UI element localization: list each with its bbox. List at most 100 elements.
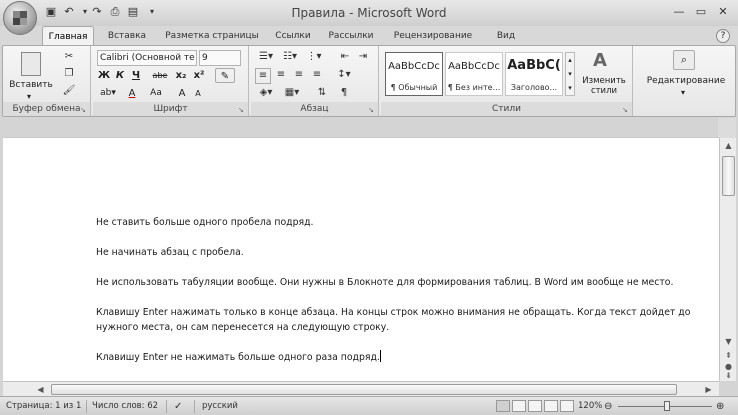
style-normal[interactable]: AaBbCcDc ¶ Обычный bbox=[385, 52, 443, 96]
draft-view-icon[interactable] bbox=[560, 400, 574, 412]
help-icon[interactable]: ? bbox=[716, 29, 730, 43]
horizontal-scrollbar[interactable]: ◀ ▶ bbox=[3, 381, 719, 396]
styles-launcher-icon[interactable]: ↘ bbox=[622, 106, 630, 114]
line-spacing-icon[interactable]: ↕▾ bbox=[333, 68, 355, 82]
style-heading-sample: AaBbC( bbox=[507, 58, 561, 73]
clipboard-label-text: Буфер обмена bbox=[12, 104, 81, 114]
scroll-right-icon[interactable]: ▶ bbox=[701, 382, 716, 397]
binoculars-icon: ⌕ bbox=[673, 50, 695, 70]
status-divider bbox=[86, 400, 87, 413]
underline-button[interactable]: Ч bbox=[129, 68, 143, 83]
document-page[interactable]: Не ставить больше одного пробела подряд.… bbox=[3, 137, 719, 381]
proofing-icon[interactable]: ✓ bbox=[174, 397, 182, 415]
scroll-left-icon[interactable]: ◀ bbox=[33, 382, 48, 397]
office-button[interactable] bbox=[3, 1, 37, 35]
editing-group[interactable]: ⌕ Редактирование ▾ bbox=[637, 46, 735, 116]
quick-print-icon[interactable]: ▤ bbox=[126, 5, 140, 19]
scroll-down-icon[interactable]: ▼ bbox=[721, 334, 736, 349]
decrease-indent-icon[interactable]: ⇤ bbox=[337, 50, 353, 64]
show-marks-icon[interactable]: ¶ bbox=[335, 86, 353, 100]
numbering-icon[interactable]: ☷▾ bbox=[279, 50, 301, 64]
vertical-scroll-thumb[interactable] bbox=[722, 156, 735, 196]
strikethrough-button[interactable]: abe bbox=[149, 68, 171, 83]
clear-format-icon[interactable]: ✎ bbox=[215, 68, 235, 83]
save-icon[interactable]: ▣ bbox=[44, 5, 58, 19]
vertical-scrollbar[interactable]: ▲ ▼ ⇞ ● ⇟ bbox=[719, 138, 736, 381]
font-color-button[interactable]: A bbox=[123, 86, 141, 101]
zoom-out-icon[interactable]: ⊖ bbox=[604, 397, 612, 415]
styles-label-text: Стили bbox=[492, 104, 521, 114]
subscript-button[interactable]: x₂ bbox=[173, 68, 189, 83]
sort-icon[interactable]: ⇅ bbox=[313, 86, 331, 100]
paragraph-5: Клавишу Enter не нажимать больше одного … bbox=[96, 350, 702, 366]
page-count[interactable]: Страница: 1 из 1 bbox=[6, 397, 81, 415]
next-page-icon[interactable]: ⇟ bbox=[721, 368, 736, 383]
full-screen-reading-icon[interactable] bbox=[512, 400, 526, 412]
zoom-in-icon[interactable]: ⊕ bbox=[716, 397, 724, 415]
zoom-level[interactable]: 120% bbox=[578, 397, 602, 415]
bullets-icon[interactable]: ☰▾ bbox=[255, 50, 277, 64]
cut-icon[interactable]: ✂ bbox=[61, 50, 77, 64]
format-painter-icon[interactable]: 🖌 bbox=[61, 84, 77, 98]
paragraph-launcher-icon[interactable]: ↘ bbox=[368, 106, 376, 114]
undo-icon[interactable]: ↶ bbox=[62, 5, 76, 19]
paragraph-3: Не использовать табуляции вообще. Они ну… bbox=[96, 277, 674, 288]
align-right-icon[interactable]: ≡ bbox=[291, 68, 307, 82]
zoom-slider-knob[interactable] bbox=[664, 401, 670, 411]
tab-insert[interactable]: Вставка bbox=[100, 26, 154, 46]
increase-indent-icon[interactable]: ⇥ bbox=[355, 50, 371, 64]
align-left-icon[interactable]: ≡ bbox=[255, 68, 271, 84]
paragraph-5-text: Клавишу Enter не нажимать больше одного … bbox=[96, 352, 380, 363]
maximize-button[interactable]: ▭ bbox=[690, 3, 712, 21]
word-window: Правила - Microsoft Word ▣ ↶ ▾ ↷ ⎙ ▤ ▾ —… bbox=[0, 0, 738, 415]
font-launcher-icon[interactable]: ↘ bbox=[238, 106, 246, 114]
web-layout-icon[interactable] bbox=[528, 400, 542, 412]
multilevel-list-icon[interactable]: ⋮▾ bbox=[303, 50, 325, 64]
outline-view-icon[interactable] bbox=[544, 400, 558, 412]
highlight-color-icon[interactable]: ab▾ bbox=[97, 86, 119, 101]
horizontal-scroll-thumb[interactable] bbox=[51, 384, 677, 395]
shading-icon[interactable]: ◈▾ bbox=[255, 86, 277, 100]
styles-label: Стили bbox=[381, 102, 632, 116]
justify-icon[interactable]: ≡ bbox=[309, 68, 325, 82]
tab-references[interactable]: Ссылки bbox=[270, 26, 316, 46]
minimize-button[interactable]: — bbox=[668, 3, 690, 21]
font-label: Шрифт bbox=[93, 102, 248, 116]
text-caret bbox=[379, 350, 381, 362]
superscript-button[interactable]: x² bbox=[191, 68, 207, 83]
grow-font-button[interactable]: A bbox=[175, 86, 189, 101]
italic-button[interactable]: К bbox=[113, 68, 127, 83]
tab-home[interactable]: Главная bbox=[42, 26, 94, 46]
clipboard-launcher-icon[interactable]: ↘ bbox=[80, 106, 88, 114]
customize-qat-icon[interactable]: ▾ bbox=[145, 5, 159, 19]
language-indicator[interactable]: русский bbox=[202, 397, 238, 415]
tab-view[interactable]: Вид bbox=[486, 26, 526, 46]
print-icon[interactable]: ⎙ bbox=[108, 5, 122, 19]
paragraph-label: Абзац bbox=[251, 102, 378, 116]
style-heading-name: Заголово... bbox=[510, 83, 558, 92]
font-name-field[interactable]: Calibri (Основной те bbox=[97, 50, 197, 66]
tab-review[interactable]: Рецензирование bbox=[386, 26, 480, 46]
style-no-spacing[interactable]: AaBbCcDc ¶ Без инте... bbox=[445, 52, 503, 96]
copy-icon[interactable]: ❐ bbox=[61, 67, 77, 81]
close-button[interactable]: ✕ bbox=[712, 3, 734, 21]
align-center-icon[interactable]: ≡ bbox=[273, 68, 289, 82]
print-layout-view-icon[interactable] bbox=[496, 400, 510, 412]
scroll-up-icon[interactable]: ▲ bbox=[721, 138, 736, 153]
redo-icon[interactable]: ↷ bbox=[90, 5, 104, 19]
tab-page-layout[interactable]: Разметка страницы bbox=[160, 26, 264, 46]
styles-gallery-scroll[interactable]: ▴ ▾ ▾ bbox=[565, 52, 575, 96]
font-size-field[interactable]: 9 bbox=[199, 50, 241, 66]
ruler-toggle-icon[interactable] bbox=[718, 118, 736, 138]
change-styles-button[interactable]: A Изменить стили bbox=[581, 50, 627, 100]
shrink-font-button[interactable]: A bbox=[191, 86, 205, 101]
bold-button[interactable]: Ж bbox=[97, 68, 111, 83]
tab-mailings[interactable]: Рассылки bbox=[322, 26, 380, 46]
paste-button[interactable]: Вставить ▾ bbox=[9, 50, 53, 101]
borders-icon[interactable]: ▦▾ bbox=[281, 86, 303, 100]
paragraph-4: Клавишу Enter нажимать только в конце аб… bbox=[96, 307, 694, 333]
word-count[interactable]: Число слов: 62 bbox=[92, 397, 158, 415]
style-normal-sample: AaBbCcDc bbox=[388, 61, 440, 72]
style-heading[interactable]: AaBbC( Заголово... bbox=[505, 52, 563, 96]
change-case-button[interactable]: Aa bbox=[145, 86, 167, 101]
